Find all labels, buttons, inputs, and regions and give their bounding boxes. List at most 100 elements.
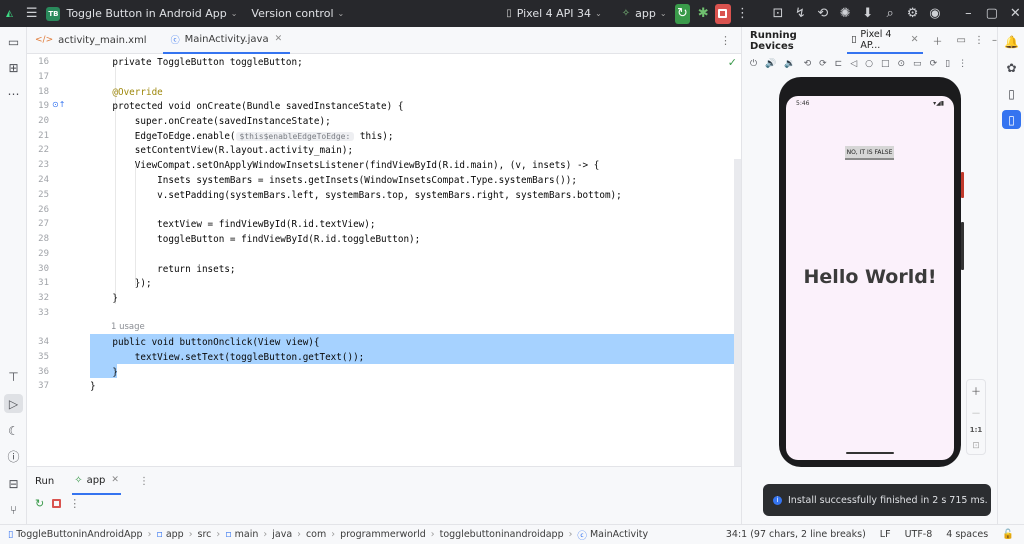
caret-position[interactable]: 34:1 (97 chars, 2 line breaks): [726, 529, 866, 540]
volume-up-icon[interactable]: 🔊: [765, 59, 776, 69]
gradle-icon[interactable]: ✿: [1002, 58, 1021, 77]
back-icon[interactable]: ◁: [850, 59, 857, 69]
code-editor[interactable]: 16 17 18 19 ⊙↑ 20 21 22 23 24 25 26 27 2…: [27, 54, 741, 469]
logcat-icon[interactable]: ☾: [4, 421, 23, 440]
zoom-actual-size[interactable]: 1:1: [970, 426, 983, 434]
device-screen[interactable]: 5:46 ▾◢▮ NO, IT IS FALSE Hello World!: [786, 96, 954, 460]
lock-icon[interactable]: 🔓: [1002, 529, 1014, 540]
tab-activity-main-xml[interactable]: </> activity_main.xml: [27, 27, 155, 54]
zoom-fit-icon[interactable]: ⊡: [972, 441, 980, 451]
close-tab-icon[interactable]: ✕: [275, 34, 283, 44]
device-manager-icon[interactable]: ▯: [1002, 84, 1021, 103]
tab-main-activity-java[interactable]: ⓒ MainActivity.java ✕: [162, 27, 291, 54]
device-manager-icon[interactable]: ⊡: [769, 3, 786, 25]
phone-frame: 5:46 ▾◢▮ NO, IT IS FALSE Hello World!: [779, 77, 964, 467]
maximize-icon[interactable]: ▢: [983, 3, 1000, 25]
rerun-icon[interactable]: ↻: [674, 3, 691, 24]
overview-icon[interactable]: □: [881, 59, 890, 69]
file-encoding[interactable]: UTF-8: [905, 529, 933, 540]
bug-report-icon[interactable]: ✺: [836, 3, 853, 25]
more-actions-icon[interactable]: ⋮: [734, 3, 751, 25]
install-notification[interactable]: i Install successfully finished in 2 s 7…: [763, 484, 991, 516]
code-text: this);: [354, 131, 394, 142]
breadcrumb-item[interactable]: main: [235, 529, 259, 540]
indent-setting[interactable]: 4 spaces: [946, 529, 988, 540]
code-line-20: super.onCreate(savedInstanceState);: [90, 116, 331, 127]
close-tab-icon[interactable]: ✕: [911, 34, 919, 45]
device-selector[interactable]: ▯ Pixel 4 API 34 ⌄: [506, 0, 602, 27]
breadcrumb-item[interactable]: java: [272, 529, 292, 540]
display-icon[interactable]: ▯: [945, 59, 950, 69]
screenshot-icon[interactable]: ⊙: [898, 59, 906, 69]
panel-more-icon[interactable]: ⋮: [974, 35, 984, 46]
line-number: 33: [38, 308, 49, 318]
line-number: 37: [38, 381, 49, 391]
snapshot-icon[interactable]: ⟳: [930, 59, 938, 69]
override-gutter-icon[interactable]: ⊙↑: [52, 100, 65, 109]
rotate-left-icon[interactable]: ⟲: [804, 59, 812, 69]
run-more-icon[interactable]: ⋮: [139, 476, 149, 487]
tab-device[interactable]: ▯ Pixel 4 AP... ✕: [847, 27, 923, 54]
terminal-icon[interactable]: ⊟: [4, 474, 23, 493]
tabs-more-icon[interactable]: ⋮: [720, 34, 731, 47]
add-device-icon[interactable]: ＋: [933, 33, 943, 48]
project-selector[interactable]: TB Toggle Button in Android App ⌄: [46, 0, 237, 27]
run-config-selector[interactable]: ✧ app ⌄: [622, 0, 667, 27]
volume-down-icon[interactable]: 🔉: [784, 59, 795, 69]
gear-icon[interactable]: ⚙: [904, 3, 921, 25]
run-tool-icon[interactable]: ▷: [4, 394, 23, 413]
breadcrumb-item[interactable]: src: [198, 529, 212, 540]
folder-icon: ▫: [225, 529, 232, 540]
zoom-out-icon[interactable]: －: [971, 405, 981, 420]
close-tab-icon[interactable]: ✕: [111, 475, 119, 485]
zoom-in-icon[interactable]: ＋: [971, 383, 981, 398]
vcs-selector[interactable]: Version control ⌄: [251, 0, 344, 27]
breadcrumb-item[interactable]: app: [166, 529, 184, 540]
line-separator[interactable]: LF: [880, 529, 891, 540]
account-icon[interactable]: ◉: [926, 3, 943, 25]
build-icon[interactable]: ⊤: [4, 367, 23, 386]
home-icon[interactable]: ○: [865, 59, 873, 69]
tab-run-app[interactable]: ✧ app ✕: [72, 467, 121, 495]
breadcrumb-item[interactable]: com: [306, 529, 326, 540]
structure-icon[interactable]: ⊞: [4, 58, 23, 77]
line-number: 22: [38, 145, 49, 155]
running-devices-icon[interactable]: ▯: [1002, 110, 1021, 129]
breadcrumb-item[interactable]: ToggleButtoninAndroidApp: [16, 529, 142, 540]
git-icon[interactable]: ⑂: [4, 500, 23, 519]
close-icon[interactable]: ✕: [1007, 3, 1024, 25]
usage-hint[interactable]: 1 usage: [111, 322, 145, 332]
more-tools-icon[interactable]: ⋯: [4, 84, 23, 103]
minimize-icon[interactable]: –: [960, 3, 977, 25]
line-number: 27: [38, 219, 49, 229]
main-menu-icon[interactable]: ☰: [23, 3, 40, 25]
toggle-button[interactable]: NO, IT IS FALSE: [845, 146, 894, 160]
problems-icon[interactable]: ⓘ: [4, 447, 23, 466]
rotate-right-icon[interactable]: ⟳: [819, 59, 827, 69]
screen-record-icon[interactable]: ▭: [913, 59, 922, 69]
fold-icon[interactable]: ⊏: [835, 59, 843, 69]
layout-icon[interactable]: ▭: [957, 35, 966, 46]
line-number: 25: [38, 190, 49, 200]
search-icon[interactable]: ⌕: [881, 3, 898, 25]
stop-icon[interactable]: [52, 499, 62, 508]
run-toolbar-more-icon[interactable]: ⋮: [69, 497, 80, 510]
sdk-manager-icon[interactable]: ⬇: [859, 3, 876, 25]
debug-icon[interactable]: ✱: [694, 3, 711, 25]
checkmark-icon[interactable]: ✓: [728, 56, 737, 69]
toolbar-more-icon[interactable]: ⋮: [958, 59, 967, 69]
line-number: 26: [38, 205, 49, 215]
rerun-icon[interactable]: ↻: [35, 497, 44, 510]
breadcrumb-item[interactable]: MainActivity: [590, 529, 648, 540]
stop-icon[interactable]: [714, 3, 731, 24]
apply-changes-icon[interactable]: ↯: [792, 3, 809, 25]
folder-icon[interactable]: ▭: [4, 32, 23, 51]
breadcrumb-item[interactable]: programmerworld: [340, 529, 426, 540]
notifications-icon[interactable]: 🔔: [1002, 32, 1021, 51]
breadcrumb-item[interactable]: togglebuttoninandroidapp: [440, 529, 564, 540]
power-icon[interactable]: ⏻: [750, 59, 757, 69]
line-number: 17: [38, 72, 49, 82]
code-line-24: Insets systemBars = insets.getInsets(Win…: [90, 175, 577, 186]
sync-gradle-icon[interactable]: ⟲: [814, 3, 831, 25]
vertical-scrollbar[interactable]: [734, 159, 741, 469]
